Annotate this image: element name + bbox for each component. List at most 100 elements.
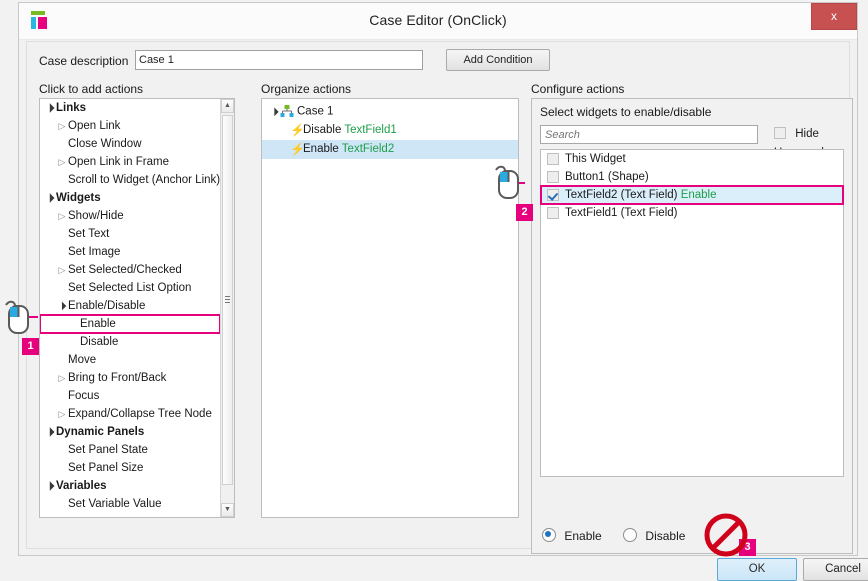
action-bolt-icon: ⚡ [290, 121, 303, 140]
widget-label: This Widget [565, 153, 626, 165]
action-tree-item-label: Set Image [68, 246, 120, 258]
organize-action-row[interactable]: ⚡Disable TextField1 [262, 121, 518, 140]
action-tree-item-label: Links [56, 102, 86, 114]
action-tree-item-set-variable-value[interactable]: Set Variable Value [40, 495, 220, 513]
organize-action-row[interactable]: ⚡Enable TextField2 [262, 140, 518, 159]
twisty-collapsed-icon[interactable]: ▷ [56, 405, 68, 423]
action-tree-scrollbar[interactable]: ▲ ▼ [220, 99, 234, 517]
action-tree-item-dynamic-panels[interactable]: ◢Dynamic Panels [40, 423, 220, 441]
action-tree-item-set-panel-state[interactable]: Set Panel State [40, 441, 220, 459]
action-tree-item-label: Expand/Collapse Tree Node [68, 408, 212, 420]
hide-unnamed-checkbox[interactable]: Hide Unnamed [774, 125, 852, 144]
action-tree-item-focus[interactable]: Focus [40, 387, 220, 405]
widget-label: Button1 (Shape) [565, 171, 649, 183]
widget-checkbox[interactable] [547, 153, 559, 165]
action-tree-item-open-link[interactable]: ▷Open Link [40, 117, 220, 135]
organize-actions-tree[interactable]: ◢Case 1⚡Disable TextField1⚡Enable TextFi… [262, 99, 518, 159]
action-tree-item-label: Enable/Disable [68, 300, 145, 312]
twisty-expanded-icon[interactable]: ◢ [40, 421, 61, 442]
action-tree-item-enable[interactable]: Enable [40, 315, 220, 333]
action-tree-item-label: Dynamic Panels [56, 426, 144, 438]
configure-actions-panel: Select widgets to enable/disable Hide Un… [531, 98, 853, 554]
action-bolt-icon: ⚡ [290, 140, 303, 159]
action-tree-item-variables[interactable]: ◢Variables [40, 477, 220, 495]
action-tree-item-label: Set Selected List Option [68, 282, 191, 294]
twisty-spacer [56, 135, 68, 153]
action-tree-item-label: Focus [68, 390, 99, 402]
action-tree-item-label: Disable [80, 336, 118, 348]
action-tree-item-set-panel-size[interactable]: Set Panel Size [40, 459, 220, 477]
annotation-badge-1: 1 [22, 338, 39, 355]
twisty-spacer [56, 459, 68, 477]
action-tree-panel: ◢Links▷Open Link Close Window▷Open Link … [39, 98, 235, 518]
twisty-expanded-icon[interactable]: ◢ [40, 475, 61, 496]
widget-action-suffix: Enable [681, 189, 717, 201]
column-heading-organize: Organize actions [261, 82, 351, 96]
radio-disable-dot [623, 528, 637, 542]
action-tree-item-scroll-to-widget-anchor-link[interactable]: Scroll to Widget (Anchor Link) [40, 171, 220, 189]
enable-disable-radio-group[interactable]: Enable Disable [542, 527, 703, 545]
twisty-expanded-icon[interactable]: ◢ [40, 187, 61, 208]
close-button[interactable]: x [811, 3, 857, 30]
action-tree-item-links[interactable]: ◢Links [40, 99, 220, 117]
radio-enable[interactable]: Enable [542, 529, 605, 543]
action-tree[interactable]: ◢Links▷Open Link Close Window▷Open Link … [40, 99, 220, 517]
hide-unnamed-checkbox-box [774, 127, 786, 139]
action-tree-item-open-link-in-frame[interactable]: ▷Open Link in Frame [40, 153, 220, 171]
widget-checkbox[interactable] [547, 207, 559, 219]
radio-disable-label: Disable [645, 529, 685, 543]
action-tree-item-set-image[interactable]: Set Image [40, 243, 220, 261]
twisty-collapsed-icon[interactable]: ▷ [56, 117, 68, 135]
action-tree-item-set-selected-list-option[interactable]: Set Selected List Option [40, 279, 220, 297]
action-tree-item-close-window[interactable]: Close Window [40, 135, 220, 153]
twisty-spacer [68, 315, 80, 333]
action-tree-item-widgets[interactable]: ◢Widgets [40, 189, 220, 207]
action-tree-item-set-text[interactable]: Set Text [40, 225, 220, 243]
scrollbar-grip [225, 296, 230, 304]
action-tree-item-expand-collapse-tree-node[interactable]: ▷Expand/Collapse Tree Node [40, 405, 220, 423]
organize-action-target: TextField2 [342, 143, 394, 155]
action-tree-item-label: Show/Hide [68, 210, 124, 222]
action-tree-item-show-hide[interactable]: ▷Show/Hide [40, 207, 220, 225]
scroll-up-arrow[interactable]: ▲ [221, 99, 234, 113]
click-cursor-1 [4, 298, 32, 338]
action-tree-item-move[interactable]: Move [40, 351, 220, 369]
action-tree-item-label: Move [68, 354, 96, 366]
sitemap-icon [280, 105, 294, 117]
twisty-collapsed-icon[interactable]: ▷ [56, 207, 68, 225]
widget-label: TextField1 (Text Field) [565, 207, 677, 219]
twisty-collapsed-icon[interactable]: ▷ [56, 261, 68, 279]
action-tree-item-bring-to-front-back[interactable]: ▷Bring to Front/Back [40, 369, 220, 387]
organize-actions-panel: ◢Case 1⚡Disable TextField1⚡Enable TextFi… [261, 98, 519, 518]
twisty-spacer [56, 495, 68, 513]
twisty-collapsed-icon[interactable]: ▷ [56, 369, 68, 387]
case-description-input[interactable] [135, 50, 423, 70]
scroll-down-arrow[interactable]: ▼ [221, 503, 234, 517]
annotation-badge-2: 2 [516, 204, 533, 221]
widget-search-input[interactable] [540, 125, 758, 144]
radio-enable-label: Enable [564, 529, 601, 543]
widget-list-item[interactable]: This Widget [541, 150, 843, 168]
action-tree-item-label: Set Variable Value [68, 498, 162, 510]
widget-label: TextField2 (Text Field) [565, 189, 677, 201]
widget-list-item[interactable]: TextField1 (Text Field) [541, 204, 843, 222]
twisty-spacer [56, 225, 68, 243]
add-condition-button[interactable]: Add Condition [446, 49, 550, 71]
action-tree-item-set-selected-checked[interactable]: ▷Set Selected/Checked [40, 261, 220, 279]
radio-enable-dot [542, 528, 556, 542]
widget-list-item[interactable]: Button1 (Shape) [541, 168, 843, 186]
twisty-collapsed-icon[interactable]: ▷ [56, 153, 68, 171]
action-tree-item-disable[interactable]: Disable [40, 333, 220, 351]
widget-list-item[interactable]: TextField2 (Text Field) Enable [541, 186, 843, 204]
organize-case-row[interactable]: ◢Case 1 [262, 102, 518, 121]
twisty-spacer [56, 243, 68, 261]
widget-checkbox[interactable] [547, 171, 559, 183]
widget-checkbox[interactable] [547, 189, 559, 201]
radio-disable[interactable]: Disable [623, 529, 685, 543]
title-bar: Case Editor (OnClick) x [19, 3, 857, 40]
widget-list[interactable]: This Widget Button1 (Shape) TextField2 (Te… [540, 149, 844, 477]
column-heading-configure: Configure actions [531, 82, 624, 96]
scrollbar-thumb[interactable] [222, 115, 233, 485]
action-tree-item-enable-disable[interactable]: ◢Enable/Disable [40, 297, 220, 315]
twisty-expanded-icon[interactable]: ◢ [51, 295, 72, 316]
